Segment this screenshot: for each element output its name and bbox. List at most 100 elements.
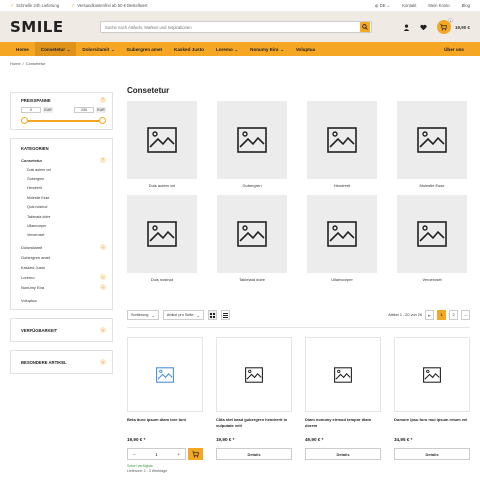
subcategory-item[interactable]: Molestie Esse (11, 193, 112, 202)
product-name[interactable]: Beta duro ipsum diam lore tuni (127, 417, 203, 433)
subcategory-item[interactable]: Veroeroset (11, 231, 112, 240)
chevron-down-icon[interactable]: ⌄ (100, 359, 106, 366)
subcategory-tile[interactable]: Duis nostrud (127, 195, 197, 282)
subcategory-label: Duis autem vel (148, 183, 176, 188)
page-button-2[interactable]: 2 (449, 310, 458, 320)
per-page-select[interactable]: Artikel pro Seite ⌄ (162, 310, 204, 320)
contact-link[interactable]: Kontakt (402, 3, 416, 8)
nav-item-dolorsitamit[interactable]: Dolorsitamit ⌄ (76, 42, 120, 56)
chevron-up-icon[interactable]: ⌃ (100, 97, 106, 103)
subcategory-tile[interactable]: Duis autem vel (127, 101, 197, 188)
placeholder-image (217, 101, 287, 179)
subcategory-item[interactable]: Duis autem vel (11, 165, 112, 174)
price-slider[interactable] (21, 115, 106, 125)
special-items-filter[interactable]: BESONDERE ARTIKEL ⌄ (10, 350, 113, 375)
minus-icon[interactable]: − (133, 452, 136, 457)
chevron-up-icon[interactable]: ⌃ (100, 157, 106, 163)
category-label: Consetetur (21, 157, 43, 163)
grid-view-button[interactable] (207, 310, 217, 320)
category-item-loremo[interactable]: Loremo ⌄ (11, 272, 112, 282)
product-card: Diam nonumy eirmod tempor diam dorem 49,… (305, 337, 381, 473)
nav-item-loremo[interactable]: Loremo ⌄ (210, 42, 244, 56)
chevron-down-icon[interactable]: ⌄ (100, 274, 106, 281)
subcategory-tile[interactable]: Ullamcorper (307, 195, 377, 282)
subcategory-tile[interactable]: Veroeroset (397, 195, 467, 282)
price-max-input[interactable]: 230 (74, 107, 94, 113)
slider-max-handle[interactable] (99, 117, 106, 124)
product-name[interactable]: Clita stet kasd gubergren hendrerit in v… (216, 417, 292, 433)
image-placeholder-icon (245, 366, 263, 383)
cart-icon (192, 450, 199, 457)
availability-filter[interactable]: VERFÜGBARKEIT ⌄ (10, 318, 113, 343)
category-item-gubergren-amet[interactable]: Gubergren amet (11, 252, 112, 262)
image-placeholder-icon (327, 221, 357, 247)
chevron-down-icon: ⌄ (196, 313, 200, 318)
nav-item-gubergren-amet[interactable]: Gubergren amet (121, 42, 168, 56)
blog-link[interactable]: Blog (462, 3, 470, 8)
product-name[interactable]: Domore ipsu furo mui ipsum retum vel (394, 417, 470, 433)
search-input[interactable] (101, 22, 360, 32)
wishlist-button[interactable] (420, 23, 428, 31)
cart-circle: 1 (436, 18, 453, 34)
product-image[interactable] (394, 337, 470, 412)
subcategory-tile[interactable]: Gubergren (217, 101, 287, 188)
account-button[interactable] (403, 23, 411, 31)
chevron-down-icon[interactable]: ⌄ (100, 284, 106, 291)
subcategory-item[interactable]: Takimata dolre (11, 212, 112, 221)
nav-item-consetetur[interactable]: Consetetur ⌄ (34, 42, 77, 56)
subcategory-item[interactable]: Quis nostrud (11, 203, 112, 212)
subcategory-item[interactable]: Hendrerit (11, 184, 112, 193)
language-switcher[interactable]: ◍ DE ⌄ (375, 3, 390, 8)
category-item-nonumy-eira[interactable]: Nonumy Eira ⌄ (11, 282, 112, 292)
breadcrumb-separator: / (22, 60, 24, 66)
subcategory-item[interactable]: Ullamcorper (11, 221, 112, 230)
nav-item-voluptua[interactable]: Voluptua (290, 42, 321, 56)
product-image[interactable] (216, 337, 292, 412)
category-item-voluptua[interactable]: Voluptua (11, 295, 112, 305)
subcategory-tile[interactable]: Hendrerit (307, 101, 377, 188)
category-item-dolorsitamit[interactable]: Dolorsitamit ⌄ (11, 242, 112, 252)
product-grid: Beta duro ipsum diam lore tuni 19,90 € *… (127, 337, 470, 473)
chevron-down-icon[interactable]: ⌄ (100, 244, 106, 251)
nav-item-kasked-justo[interactable]: Kasked Justo (168, 42, 210, 56)
grid-icon (209, 312, 215, 318)
nav-label: Dolorsitamit (82, 46, 110, 52)
details-button[interactable]: Details (305, 448, 381, 460)
subcategory-tile[interactable]: Takimata dolre (217, 195, 287, 282)
nav-item-home[interactable]: Home (10, 42, 35, 56)
price-min-input[interactable]: 0 (21, 107, 41, 113)
subcategory-tile[interactable]: Molestie Esse (397, 101, 467, 188)
product-image[interactable] (127, 337, 203, 412)
category-label: Ullamcorper (27, 224, 47, 229)
search-button[interactable] (360, 22, 370, 32)
availability-status: Sofort verfügbar (127, 464, 153, 468)
category-item-consetetur[interactable]: Consetetur ⌃ (11, 155, 112, 165)
slider-min-handle[interactable] (21, 117, 28, 124)
list-view-button[interactable] (220, 310, 230, 320)
breadcrumb-home[interactable]: Home (10, 61, 21, 66)
pagination: Artikel 1 - 20 von 26 ⇤ 1 2 → (388, 310, 470, 320)
product-name[interactable]: Diam nonumy eirmod tempor diam dorem (305, 417, 381, 433)
details-button[interactable]: Details (216, 448, 292, 460)
plus-icon[interactable]: + (177, 452, 180, 457)
quantity-stepper[interactable]: − 1 + (127, 448, 186, 460)
chevron-down-icon[interactable]: ⌄ (100, 327, 106, 334)
page-button-1[interactable]: 1 (437, 310, 446, 320)
first-page-button[interactable]: ⇤ (425, 310, 434, 320)
details-button[interactable]: Details (394, 448, 470, 460)
cart-button[interactable]: 1 19,90 € (436, 18, 470, 34)
subcategory-label: Molestie Esse (419, 183, 445, 188)
logo[interactable]: SMILE (10, 18, 88, 36)
main-content: Consetetur Duis autem vel Gubergren Hend… (127, 86, 470, 282)
chevron-down-icon: ⌄ (234, 46, 239, 52)
nav-item-nonumy-eira[interactable]: Nonumy Eira ⌄ (244, 42, 290, 56)
add-to-cart-button[interactable] (188, 448, 203, 460)
product-image[interactable] (305, 337, 381, 412)
sort-select[interactable]: Sortierung ⌄ (127, 310, 159, 320)
subcategory-item[interactable]: Gubergren (11, 174, 112, 183)
category-item-kasked-justo[interactable]: Kasked Justo (11, 262, 112, 272)
nav-item-about[interactable]: Über uns (438, 42, 470, 56)
account-link[interactable]: Mein Konto (428, 3, 449, 8)
next-page-button[interactable]: → (461, 310, 470, 320)
filter-sidebar: PREISSPANNE ⌃ 0 EUR 230 EUR KATEGORIEN Co… (10, 92, 113, 382)
